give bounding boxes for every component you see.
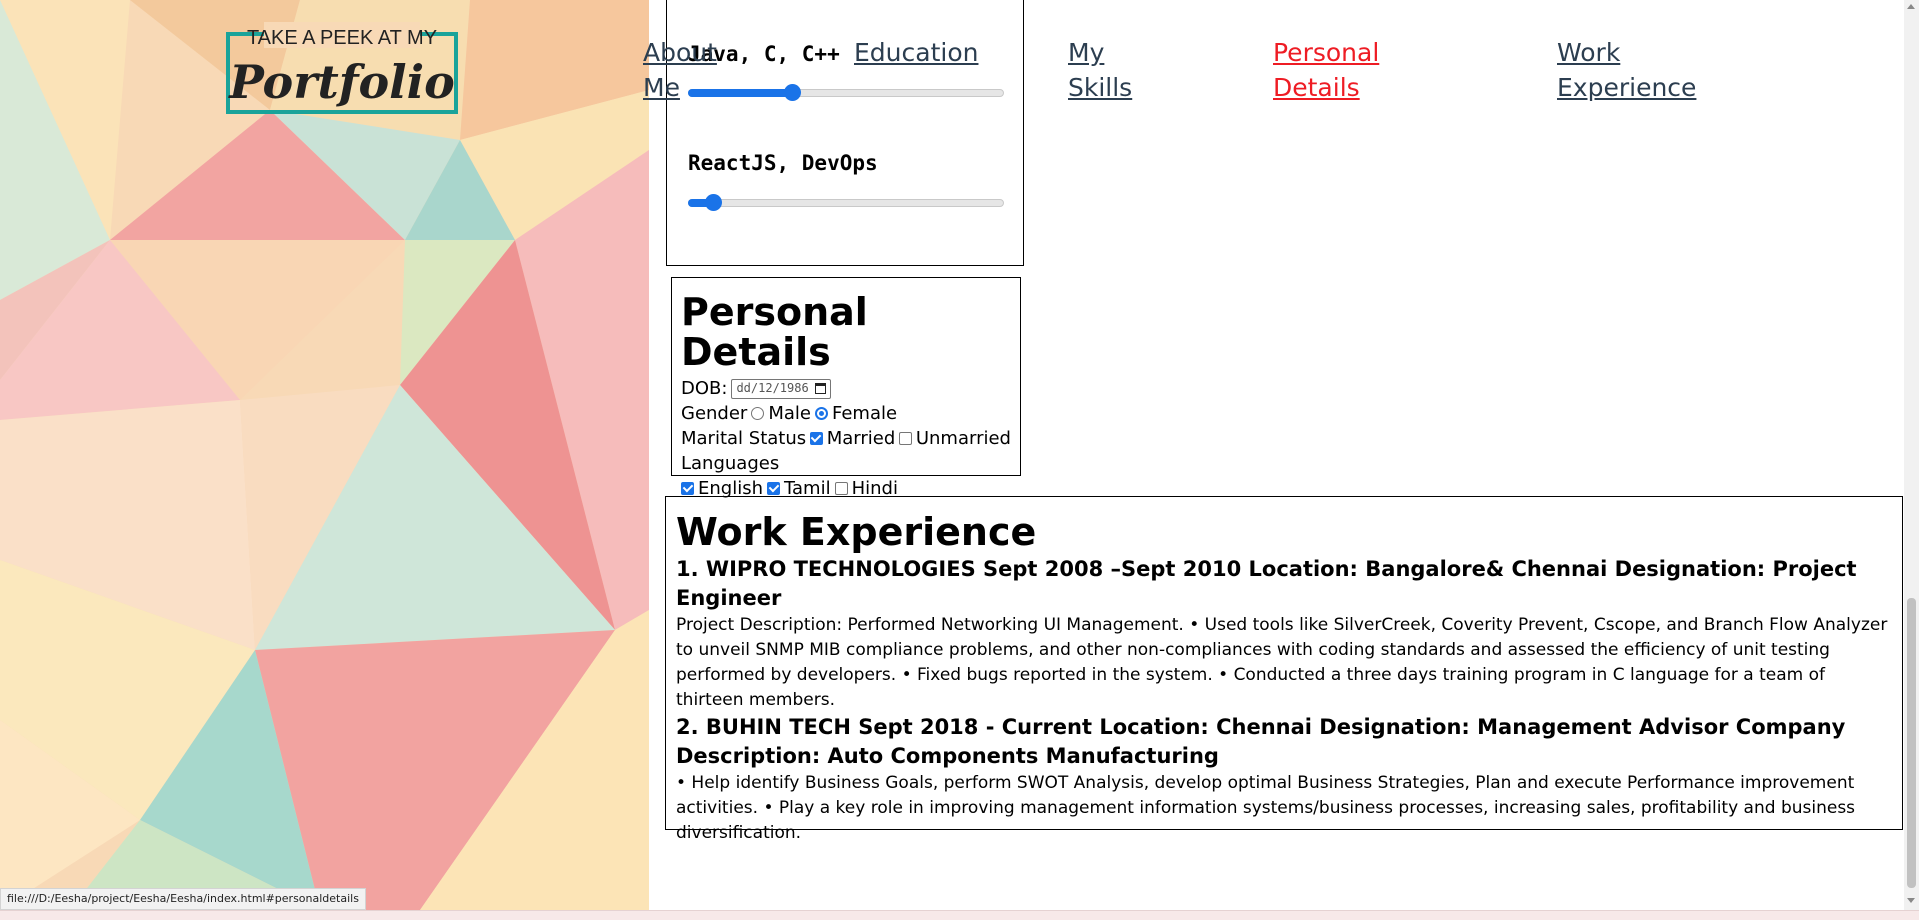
gender-female-radio[interactable] <box>814 407 828 420</box>
personal-details-section: Personal Details DOB: dd/12/1986 Gender … <box>671 277 1021 499</box>
gender-female-label: Female <box>831 403 898 424</box>
marital-label: Marital Status <box>681 428 807 449</box>
portfolio-logo: TAKE A PEEK AT MY Portfolio <box>226 20 462 116</box>
dob-input[interactable]: dd/12/1986 <box>731 378 831 399</box>
work-experience-section: Work Experience 1. WIPRO TECHNOLOGIES Se… <box>665 496 1903 843</box>
scroll-down-arrow-icon[interactable] <box>1907 898 1915 903</box>
tamil-checkbox[interactable] <box>767 482 780 495</box>
nav-work-experience[interactable]: Work Experience <box>1557 35 1696 105</box>
slider-thumb[interactable] <box>705 194 723 211</box>
languages-label: Languages <box>681 453 780 474</box>
slider-thumb[interactable] <box>784 84 802 101</box>
dob-row: DOB: dd/12/1986 <box>681 376 1011 401</box>
nav-personal-details[interactable]: Personal Details <box>1273 35 1379 105</box>
unmarried-checkbox[interactable] <box>899 432 912 445</box>
personal-details-heading: Personal Details <box>681 290 868 374</box>
skill-slider-java[interactable] <box>688 84 1004 101</box>
job-description-buhin: • Help identify Business Goals, perform … <box>676 773 1856 843</box>
married-checkbox[interactable] <box>810 432 823 445</box>
gender-male-radio[interactable] <box>751 407 765 420</box>
scrollbar-thumb[interactable] <box>1907 598 1916 888</box>
nav-education[interactable]: Education <box>854 35 978 70</box>
unmarried-label: Unmarried <box>915 428 1011 449</box>
background-panel: TAKE A PEEK AT MY Portfolio <box>0 0 649 910</box>
logo-word: Portfolio <box>227 55 455 109</box>
nav-about-me[interactable]: About Me <box>643 35 717 105</box>
work-experience-heading: Work Experience <box>676 510 1037 554</box>
logo-tagline: TAKE A PEEK AT MY <box>247 27 437 49</box>
dob-value: dd/12/1986 <box>736 381 809 395</box>
nav-my-skills[interactable]: My Skills <box>1068 35 1132 105</box>
calendar-icon[interactable] <box>814 383 826 394</box>
marital-row: Marital Status Married Unmarried <box>681 426 1011 451</box>
job-title-wipro: 1. WIPRO TECHNOLOGIES Sept 2008 –Sept 20… <box>676 557 1857 610</box>
gender-row: Gender Male Female <box>681 401 1011 426</box>
status-url-tooltip: file:///D:/Eesha/project/Eesha/Eesha/ind… <box>0 888 366 910</box>
skill-label: ReactJS, DevOps <box>688 151 878 175</box>
gender-label: Gender <box>681 403 748 424</box>
skill-slider-react[interactable] <box>688 194 1004 211</box>
dob-label: DOB: <box>681 378 728 399</box>
married-label: Married <box>826 428 896 449</box>
hindi-checkbox[interactable] <box>834 482 848 495</box>
page-scrollbar[interactable] <box>1904 0 1919 910</box>
gender-male-label: Male <box>768 403 811 424</box>
geometric-background <box>0 0 649 910</box>
scroll-up-arrow-icon[interactable] <box>1907 4 1915 9</box>
logo-mark: TAKE A PEEK AT MY Portfolio <box>226 22 458 114</box>
job-title-buhin: 2. BUHIN TECH Sept 2018 - Current Locati… <box>676 715 1846 768</box>
languages-label-row: Languages <box>681 451 1011 476</box>
job-description-wipro: Project Description: Performed Networkin… <box>676 615 1888 710</box>
slider-track <box>688 199 1004 207</box>
english-checkbox[interactable] <box>681 482 694 495</box>
